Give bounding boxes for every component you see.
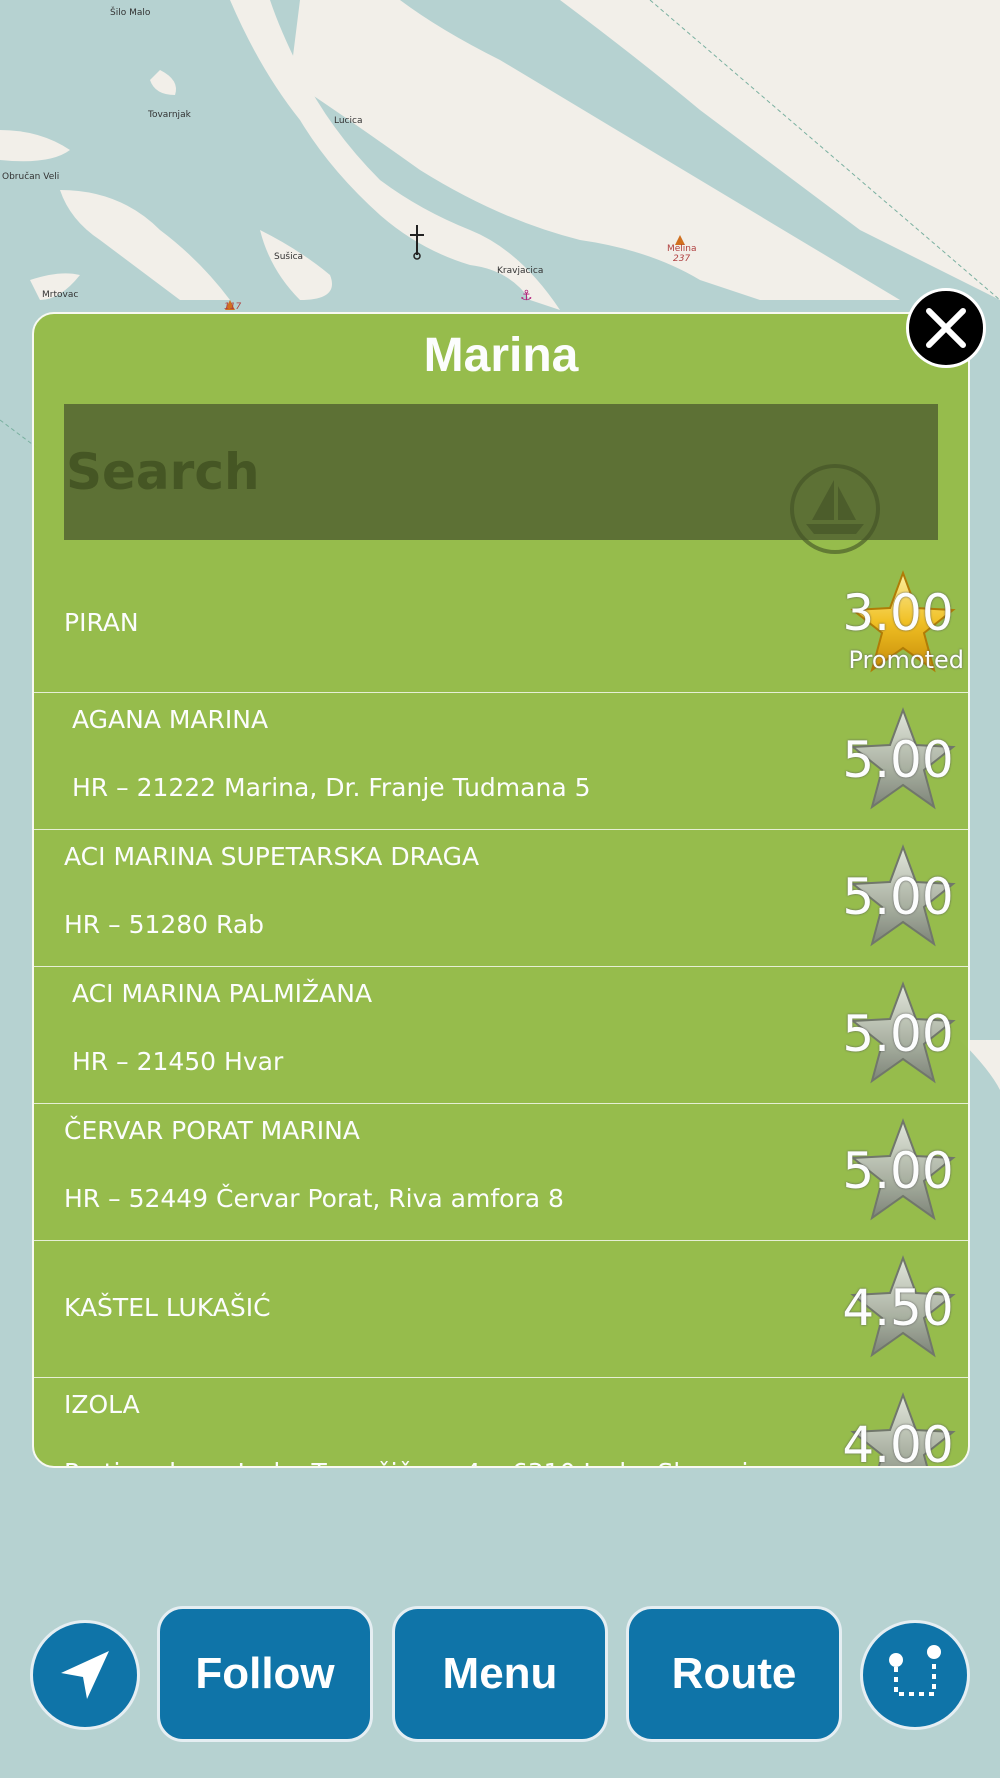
locate-button[interactable] [30,1620,140,1730]
marina-address: HR – 52449 Červar Porat, Riva amfora 8 [64,1184,564,1213]
marina-list[interactable]: PIRAN 3.00 Promoted AGANA MARINA HR – 21… [34,556,968,1468]
sailboat-icon [790,464,880,554]
map-label: Melina [667,244,697,254]
map-label: 117 [224,302,242,312]
promoted-badge: Promoted [848,646,964,674]
panel-title: Marina [423,329,579,382]
marina-name: ACI MARINA SUPETARSKA DRAGA [64,842,480,871]
map-label: Tovarnjak [148,110,191,120]
menu-button[interactable]: Menu [392,1606,608,1742]
map-label: Sušica [274,252,304,262]
marina-name: ACI MARINA PALMIŽANA [72,979,373,1008]
close-button[interactable] [906,288,986,368]
rating-value: 3.00 [842,584,954,642]
route-points-icon [889,1645,941,1696]
search-box[interactable] [64,404,938,554]
rating-value: 5.00 [842,1005,954,1063]
close-icon [926,308,966,348]
list-item[interactable]: IZOLA Porting d.o.o. Izola, Tomažičeva 4… [34,1378,968,1468]
marina-name: ČERVAR PORAT MARINA [64,1116,360,1145]
marina-name: PIRAN [64,608,139,637]
route-plan-button[interactable] [860,1620,970,1730]
map-label: Obručan Veli [2,172,60,182]
list-item[interactable]: KAŠTEL LUKAŠIĆ 4.50 [34,1241,968,1378]
rating-value: 5.00 [842,1142,954,1200]
navigation-arrow-icon [61,1651,109,1699]
list-item[interactable]: ČERVAR PORAT MARINA HR – 52449 Červar Po… [34,1104,968,1241]
map-label: Šilo Malo [110,8,151,18]
follow-button[interactable]: Follow [157,1606,373,1742]
map-label: Mrtovac [42,290,79,300]
map-label: Kravjacica [497,266,544,276]
marina-address: HR – 51280 Rab [64,910,265,939]
marina-name: AGANA MARINA [72,705,269,734]
marina-name: IZOLA [64,1390,140,1419]
map-label: Lucica [334,116,363,126]
rating-value: 5.00 [842,868,954,926]
map-label: 237 [673,254,691,264]
rating-value: 4.50 [842,1279,954,1337]
marina-address: HR – 21450 Hvar [72,1047,284,1076]
marina-address: Porting d.o.o. Izola, Tomažičeva 4a, 631… [64,1458,764,1466]
rating-value: 4.00 [842,1416,954,1468]
marina-name: KAŠTEL LUKAŠIĆ [64,1293,271,1322]
rating-value: 5.00 [842,731,954,789]
svg-text:⚓: ⚓ [520,288,533,304]
route-button[interactable]: Route [626,1606,842,1742]
list-item[interactable]: ACI MARINA PALMIŽANA HR – 21450 Hvar 5.0… [34,967,968,1104]
list-item[interactable]: PIRAN 3.00 Promoted [34,556,968,693]
marina-panel: Marina PIRAN 3.00 Promoted [32,312,970,1468]
list-item[interactable]: ACI MARINA SUPETARSKA DRAGA HR – 51280 R… [34,830,968,967]
marina-address: HR – 21222 Marina, Dr. Franje Tudmana 5 [72,773,591,802]
list-item[interactable]: AGANA MARINA HR – 21222 Marina, Dr. Fran… [34,693,968,830]
